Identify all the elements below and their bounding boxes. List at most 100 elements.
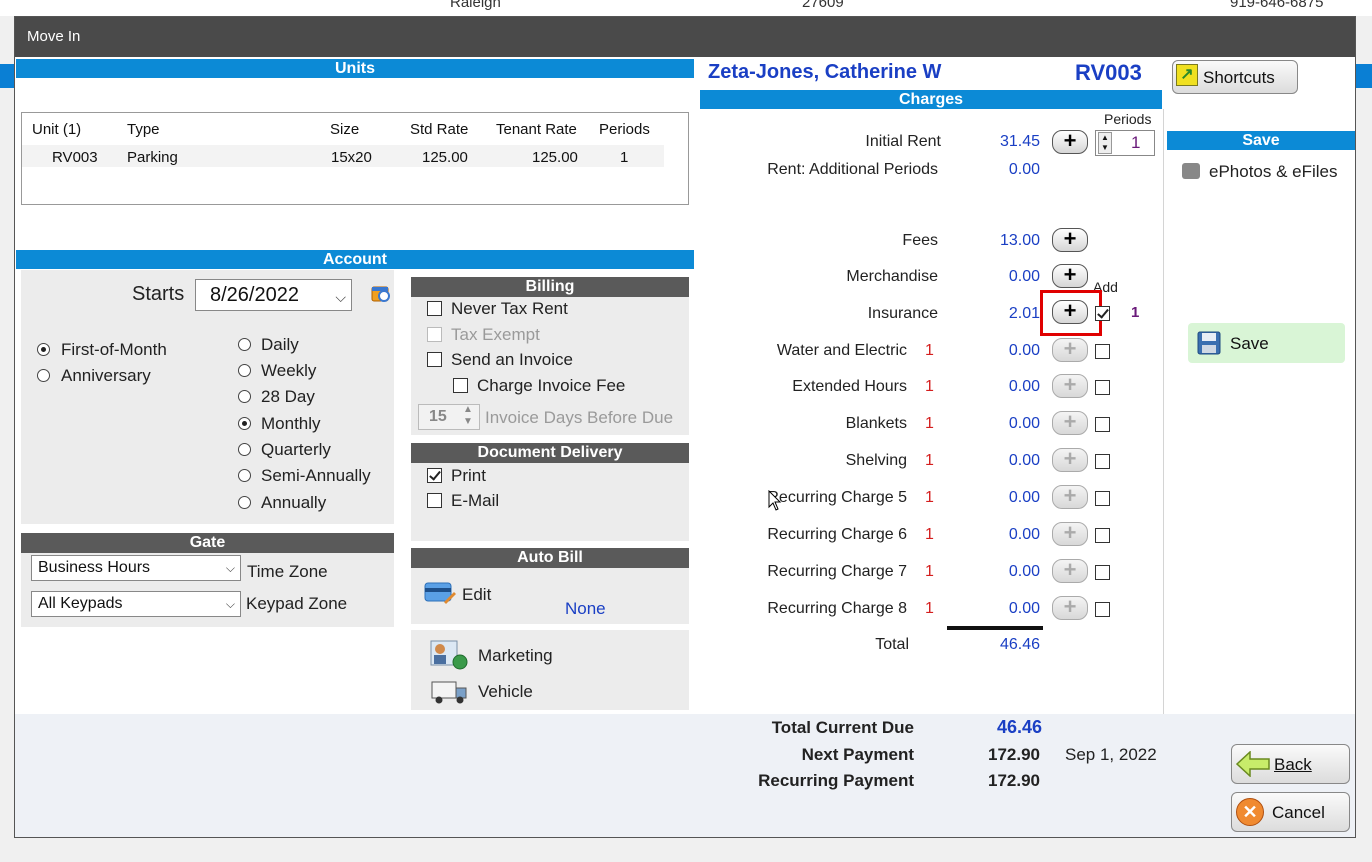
- cell-std-rate: 125.00: [422, 149, 468, 166]
- background-bar-left: [0, 64, 14, 88]
- add-recurring-button[interactable]: +: [1052, 374, 1088, 398]
- radio-28-day-circle[interactable]: [238, 390, 251, 403]
- merchandise-label: Merchandise: [846, 268, 938, 285]
- radio-annually-label: Annually: [261, 493, 327, 512]
- recurring-qty: 1: [925, 378, 934, 395]
- col-std-rate: Std Rate: [410, 121, 469, 138]
- radio-weekly-label: Weekly: [261, 361, 317, 380]
- recurring-checkbox[interactable]: [1095, 491, 1110, 506]
- window-title: Move In: [15, 17, 1355, 57]
- radio-anniversary-circle[interactable]: [37, 369, 50, 382]
- initial-rent-label: Initial Rent: [865, 133, 941, 150]
- recurring-amount: 0.00: [1008, 526, 1040, 543]
- periods-label: Periods: [1104, 111, 1152, 127]
- col-type: Type: [127, 121, 160, 138]
- recurring-checkbox[interactable]: [1095, 565, 1110, 580]
- background-window-strip: Raleigh 27609 919-646-6875: [0, 0, 1372, 16]
- recurring-checkbox[interactable]: [1095, 417, 1110, 432]
- add-recurring-button[interactable]: +: [1052, 485, 1088, 509]
- recurring-checkbox[interactable]: [1095, 602, 1110, 617]
- add-recurring-button[interactable]: +: [1052, 448, 1088, 472]
- invoice-days-stepper[interactable]: 15 ▲ ▼: [418, 404, 480, 430]
- chevron-down-icon: ⌵: [335, 289, 346, 305]
- recurring-qty: 1: [925, 342, 934, 359]
- next-payment-date: Sep 1, 2022: [1065, 745, 1157, 764]
- recurring-checkbox[interactable]: [1095, 344, 1110, 359]
- add-recurring-button[interactable]: +: [1052, 559, 1088, 583]
- cancel-label: Cancel: [1272, 803, 1325, 822]
- mouse-cursor-icon: [768, 490, 782, 511]
- radio-semi-annually-circle[interactable]: [238, 469, 251, 482]
- email-box[interactable]: [427, 493, 442, 508]
- radio-monthly-circle[interactable]: [238, 417, 251, 430]
- add-recurring-button[interactable]: +: [1052, 522, 1088, 546]
- tax-exempt-box[interactable]: [427, 327, 442, 342]
- add-recurring-button[interactable]: +: [1052, 338, 1088, 362]
- starts-date-picker[interactable]: 8/26/2022 ⌵: [195, 279, 352, 311]
- insurance-add-checkbox[interactable]: [1095, 306, 1110, 321]
- total-value: 46.46: [999, 636, 1040, 653]
- recurring-qty: 1: [925, 489, 934, 506]
- fees-amount: 13.00: [999, 232, 1040, 249]
- radio-anniversary-label: Anniversary: [61, 366, 151, 385]
- stepper-arrows-icon[interactable]: ▲ ▼: [463, 404, 473, 428]
- units-table[interactable]: Unit (1) Type Size Std Rate Tenant Rate …: [21, 112, 689, 205]
- keypad-zone-select[interactable]: All Keypads ⌵: [31, 591, 241, 617]
- list-item: Recurring Charge 8 1 0.00 +: [700, 596, 1160, 630]
- radio-daily-circle[interactable]: [238, 338, 251, 351]
- radio-annually-circle[interactable]: [238, 496, 251, 509]
- starts-date-value: 8/26/2022: [210, 284, 299, 306]
- charges-header: Charges: [700, 90, 1162, 109]
- document-delivery-header: Document Delivery: [411, 443, 689, 463]
- recurring-checkbox[interactable]: [1095, 528, 1110, 543]
- insurance-label: Insurance: [867, 305, 938, 322]
- cell-type: Parking: [127, 149, 178, 166]
- shortcuts-label: Shortcuts: [1203, 68, 1275, 87]
- list-item: Recurring Charge 7 1 0.00 +: [700, 559, 1160, 593]
- calendar-refresh-icon[interactable]: [370, 282, 392, 304]
- total-label: Total: [875, 636, 909, 653]
- additional-periods-label: Rent: Additional Periods: [767, 161, 938, 178]
- radio-weekly-circle[interactable]: [238, 364, 251, 377]
- add-merchandise-button[interactable]: +: [1052, 264, 1088, 288]
- back-button[interactable]: Back: [1231, 744, 1350, 784]
- recurring-checkbox[interactable]: [1095, 380, 1110, 395]
- keypad-zone-value: All Keypads: [38, 595, 123, 612]
- add-recurring-button[interactable]: +: [1052, 411, 1088, 435]
- recurring-amount: 0.00: [1008, 378, 1040, 395]
- cancel-button[interactable]: ✕ Cancel: [1231, 792, 1350, 832]
- stepper-arrows-icon[interactable]: ▲ ▼: [1098, 132, 1112, 154]
- print-box[interactable]: [427, 468, 442, 483]
- time-zone-value: Business Hours: [38, 559, 151, 576]
- never-tax-rent-box[interactable]: [427, 301, 442, 316]
- save-button[interactable]: Save: [1188, 323, 1345, 363]
- radio-quarterly-circle[interactable]: [238, 443, 251, 456]
- footer-bar: [15, 714, 1355, 837]
- invoice-days-label: Invoice Days Before Due: [485, 408, 674, 427]
- list-item: Water and Electric 1 0.00 +: [700, 338, 1160, 372]
- add-rent-button[interactable]: +: [1052, 130, 1088, 154]
- col-tenant-rate: Tenant Rate: [496, 121, 577, 138]
- time-zone-select[interactable]: Business Hours ⌵: [31, 555, 241, 581]
- total-divider: [947, 626, 1043, 630]
- table-row[interactable]: RV003 Parking 15x20 125.00 125.00 1: [22, 145, 664, 167]
- auto-bill-status: None: [565, 599, 606, 618]
- charge-invoice-fee-box[interactable]: [453, 378, 468, 393]
- tax-exempt-label: Tax Exempt: [451, 325, 540, 344]
- marketing-icon: [430, 640, 468, 670]
- radio-quarterly-label: Quarterly: [261, 440, 331, 459]
- periods-stepper[interactable]: ▲ ▼ 1: [1095, 130, 1155, 156]
- recurring-payment-label: Recurring Payment: [758, 771, 914, 790]
- col-size: Size: [330, 121, 360, 138]
- tenant-unit: RV003: [1075, 60, 1142, 85]
- recurring-checkbox[interactable]: [1095, 454, 1110, 469]
- add-fees-button[interactable]: +: [1052, 228, 1088, 252]
- recurring-qty: 1: [925, 415, 934, 432]
- shortcut-arrow-icon: ↗: [1176, 64, 1198, 86]
- add-recurring-button[interactable]: +: [1052, 596, 1088, 620]
- radio-first-of-month-circle[interactable]: [37, 343, 50, 356]
- send-invoice-box[interactable]: [427, 352, 442, 367]
- shortcuts-button[interactable]: ↗ Shortcuts: [1172, 60, 1298, 94]
- starts-label: Starts: [132, 283, 185, 305]
- additional-periods-amount: 0.00: [1008, 161, 1040, 178]
